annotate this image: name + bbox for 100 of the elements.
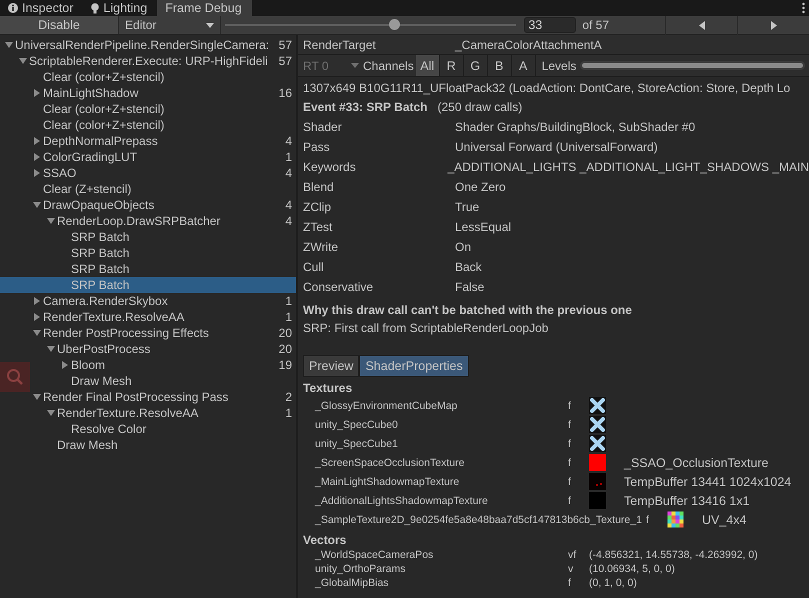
section-heading: Vectors [302, 532, 348, 548]
missing-texture-icon [589, 416, 606, 433]
detail-tab[interactable]: ShaderProperties [359, 355, 469, 377]
event-slider[interactable] [224, 19, 516, 31]
texture-type: f [568, 476, 572, 488]
levels-label: Levels [542, 58, 576, 72]
texture-name: _SampleTexture2D_9e0254fe5a8e48baa7d5cf147813b6cb_Texture_1 [315, 514, 643, 526]
property-value: Shader Graphs/BuildingBlock, SubShader #0 [455, 120, 696, 134]
vector-type: vf [568, 549, 578, 561]
tree-item[interactable]: Resolve Color [60, 421, 296, 437]
section-heading: Textures [302, 380, 354, 396]
tree-item[interactable]: SRP Batch [60, 261, 296, 277]
tree-item[interactable]: SRP Batch [0, 277, 296, 293]
property-value: On [455, 240, 472, 254]
collapsed-arrow-icon[interactable] [33, 89, 41, 97]
texture-value: _SSAO_OcclusionTexture [624, 456, 769, 470]
draw-call-count: (250 draw calls) [438, 100, 522, 114]
event-title: Event #33: SRP Batch [303, 100, 428, 114]
property-value: False [455, 280, 484, 294]
tree-item[interactable]: RenderTexture.ResolveAA 1 [46, 405, 296, 421]
detail-tab[interactable]: Preview [303, 355, 360, 377]
property-name: ZTest [303, 220, 334, 234]
property-value: One Zero [455, 180, 506, 194]
property-value: _ADDITIONAL_LIGHTS _ADDITIONAL_LIGHT_SHADOWS _MAIN [448, 160, 809, 174]
tree-item[interactable]: Clear (color+Z+stencil) [32, 69, 296, 85]
format-info: 1307x649 B10G11R11_UFloatPack32 (LoadAction: DontCare, StoreAction: Store, Depth Lo [302, 80, 792, 97]
tree-item[interactable]: MainLightShadow 16 [32, 85, 296, 101]
tree-item[interactable]: UberPostProcess 20 [46, 341, 296, 357]
vector-type: v [568, 563, 574, 575]
texture-thumbnail [589, 454, 606, 471]
caret-icon [206, 22, 214, 28]
texture-name: unity_SpecCube1 [315, 438, 399, 450]
tree-item[interactable]: Render PostProcessing Effects 20 [32, 325, 296, 341]
info-icon [8, 3, 18, 13]
texture-type: f [568, 438, 572, 450]
more-menu-icon[interactable] [802, 2, 805, 14]
property-name: ZWrite [303, 240, 340, 254]
levels-range-slider[interactable] [580, 61, 805, 70]
channel-toggle[interactable]: All [416, 55, 440, 76]
uv-grid-thumbnail [666, 511, 684, 528]
property-name: Conservative [303, 280, 374, 294]
missing-texture-icon [589, 435, 606, 452]
tree-item[interactable]: ColorGradingLUT 1 [32, 149, 296, 165]
texture-thumbnail [589, 473, 606, 490]
batch-reason-text: SRP: First call from ScriptableRenderLoopJob [303, 321, 550, 335]
texture-name: _ScreenSpaceOcclusionTexture [315, 456, 466, 468]
missing-texture-icon [589, 397, 606, 414]
texture-name: _AdditionalLightsShadowmapTexture [315, 494, 489, 506]
event-total-label: of 57 [582, 18, 610, 32]
vector-value: (0, 1, 0, 0) [589, 577, 637, 589]
tree-item[interactable]: UniversalRenderPipeline.RenderSingleCamera: 57 [4, 37, 296, 53]
batch-reason-title: Why this draw call can't be batched with the previous one [303, 303, 633, 317]
tree-item[interactable]: RenderTexture.ResolveAA 1 [32, 309, 296, 325]
vector-name: unity_OrthoParams [315, 563, 406, 575]
tree-item[interactable]: SRP Batch [60, 229, 296, 245]
tree-item[interactable]: SSAO 4 [32, 165, 296, 181]
tree-item[interactable]: DepthNormalPrepass 4 [32, 133, 296, 149]
left-arrow-icon [698, 20, 704, 30]
right-arrow-icon [770, 20, 776, 30]
lightbulb-icon [91, 2, 100, 14]
event-number-field[interactable]: 33 [524, 17, 576, 33]
texture-type: f [646, 514, 650, 526]
tree-item[interactable]: Bloom 19 [60, 357, 296, 373]
channels-label: Channels [363, 58, 414, 72]
texture-value: TempBuffer 13441 1024x1024 [624, 474, 792, 488]
tree-item[interactable]: SRP Batch [60, 245, 296, 261]
tree-item[interactable]: RenderLoop.DrawSRPBatcher 4 [46, 213, 296, 229]
tree-item[interactable]: Clear (color+Z+stencil) [32, 117, 296, 133]
texture-name: _MainLightShadowmapTexture [315, 476, 460, 488]
tree-item[interactable]: DrawOpaqueObjects 4 [32, 197, 296, 213]
property-value: LessEqual [455, 220, 512, 234]
property-name: Cull [303, 260, 325, 274]
vector-type: f [568, 577, 572, 589]
property-name: Shader [303, 120, 343, 134]
render-target-value: _CameraColorAttachmentA [455, 38, 602, 52]
tree-item[interactable]: Draw Mesh [60, 373, 296, 389]
texture-type: f [568, 456, 572, 468]
search-icon [6, 368, 24, 386]
tree-item[interactable]: Draw Mesh [46, 437, 296, 453]
property-value: True [455, 200, 480, 214]
texture-name: unity_SpecCube0 [315, 418, 399, 430]
property-value: Universal Forward (UniversalForward) [455, 140, 658, 154]
caret-icon [351, 63, 359, 68]
texture-value: UV_4x4 [702, 512, 746, 526]
tree-item[interactable]: ScriptableRenderer.Execute: URP-HighFideli 57 [18, 53, 296, 69]
panel-tab[interactable]: Frame Debug [157, 0, 252, 16]
disable-button[interactable]: Disable [0, 16, 120, 34]
texture-type: f [568, 418, 572, 430]
collapsed-arrow-icon[interactable] [61, 361, 69, 369]
tree-item[interactable]: Camera.RenderSkybox 1 [32, 293, 296, 309]
property-name: Keywords [303, 160, 357, 174]
vector-value: (-4.856321, 14.55738, -4.263992, 0) [589, 549, 758, 561]
property-value: Back [455, 260, 482, 274]
tree-item[interactable]: Render Final PostProcessing Pass 2 [32, 389, 296, 405]
tree-item[interactable]: Clear (color+Z+stencil) [32, 101, 296, 117]
tree-item[interactable]: Clear (Z+stencil) [32, 181, 296, 197]
render-target-label: RenderTarget [303, 38, 377, 52]
property-name: Pass [303, 140, 331, 154]
texture-type: f [568, 400, 572, 412]
property-name: ZClip [303, 200, 332, 214]
